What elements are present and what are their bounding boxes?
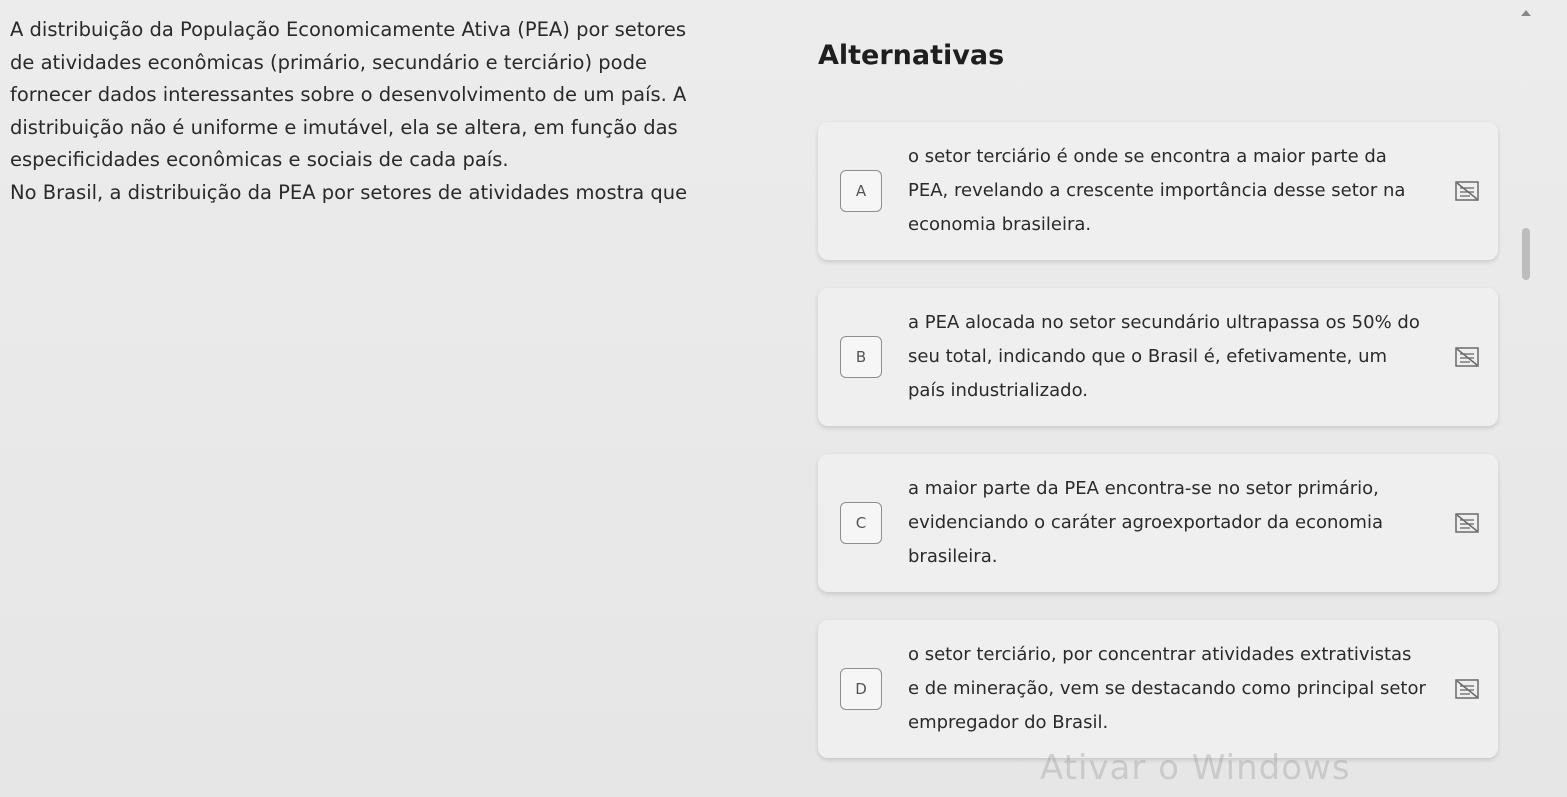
alternatives-title: Alternativas: [818, 40, 1005, 71]
strikethrough-icon[interactable]: [1454, 511, 1480, 535]
question-line: fornecer dados interessantes sobre o des…: [10, 83, 687, 106]
alternative-d[interactable]: D o setor terciário, por concentrar ativ…: [818, 620, 1498, 758]
scrollbar-thumb[interactable]: [1522, 228, 1530, 280]
alternative-b[interactable]: B a PEA alocada no setor secundário ultr…: [818, 288, 1498, 426]
alternatives-list: A o setor terciário é onde se encontra a…: [818, 122, 1498, 786]
alternative-letter[interactable]: A: [840, 170, 882, 212]
alternative-text: a PEA alocada no setor secundário ultrap…: [908, 312, 1420, 401]
alternative-letter[interactable]: B: [840, 336, 882, 378]
alternative-c[interactable]: C a maior parte da PEA encontra-se no se…: [818, 454, 1498, 592]
alternative-text: o setor terciário é onde se encontra a m…: [908, 146, 1406, 235]
alternative-letter[interactable]: C: [840, 502, 882, 544]
scroll-up-arrow-icon[interactable]: [1521, 10, 1531, 16]
question-line: No Brasil, a distribuição da PEA por set…: [10, 180, 688, 204]
question-line: A distribuição da População Economicamen…: [10, 18, 687, 41]
page: A distribuição da População Economicamen…: [0, 0, 1567, 797]
question-line: de atividades econômicas (primário, secu…: [10, 50, 647, 74]
strikethrough-icon[interactable]: [1454, 677, 1480, 701]
alternative-a[interactable]: A o setor terciário é onde se encontra a…: [818, 122, 1498, 260]
strikethrough-icon[interactable]: [1454, 345, 1480, 369]
windows-activation-watermark: Ativar o Windows: [1040, 748, 1351, 788]
strikethrough-icon[interactable]: [1454, 179, 1480, 203]
alternative-text: o setor terciário, por concentrar ativid…: [908, 644, 1426, 733]
question-line: distribuição não é uniforme e imutável, …: [10, 115, 678, 139]
question-line: especificidades econômicas e sociais de …: [10, 148, 509, 171]
alternative-letter[interactable]: D: [840, 668, 882, 710]
alternative-text: a maior parte da PEA encontra-se no seto…: [908, 478, 1383, 567]
vertical-scrollbar[interactable]: [1518, 0, 1536, 797]
question-statement: A distribuição da População Economicamen…: [10, 14, 790, 209]
